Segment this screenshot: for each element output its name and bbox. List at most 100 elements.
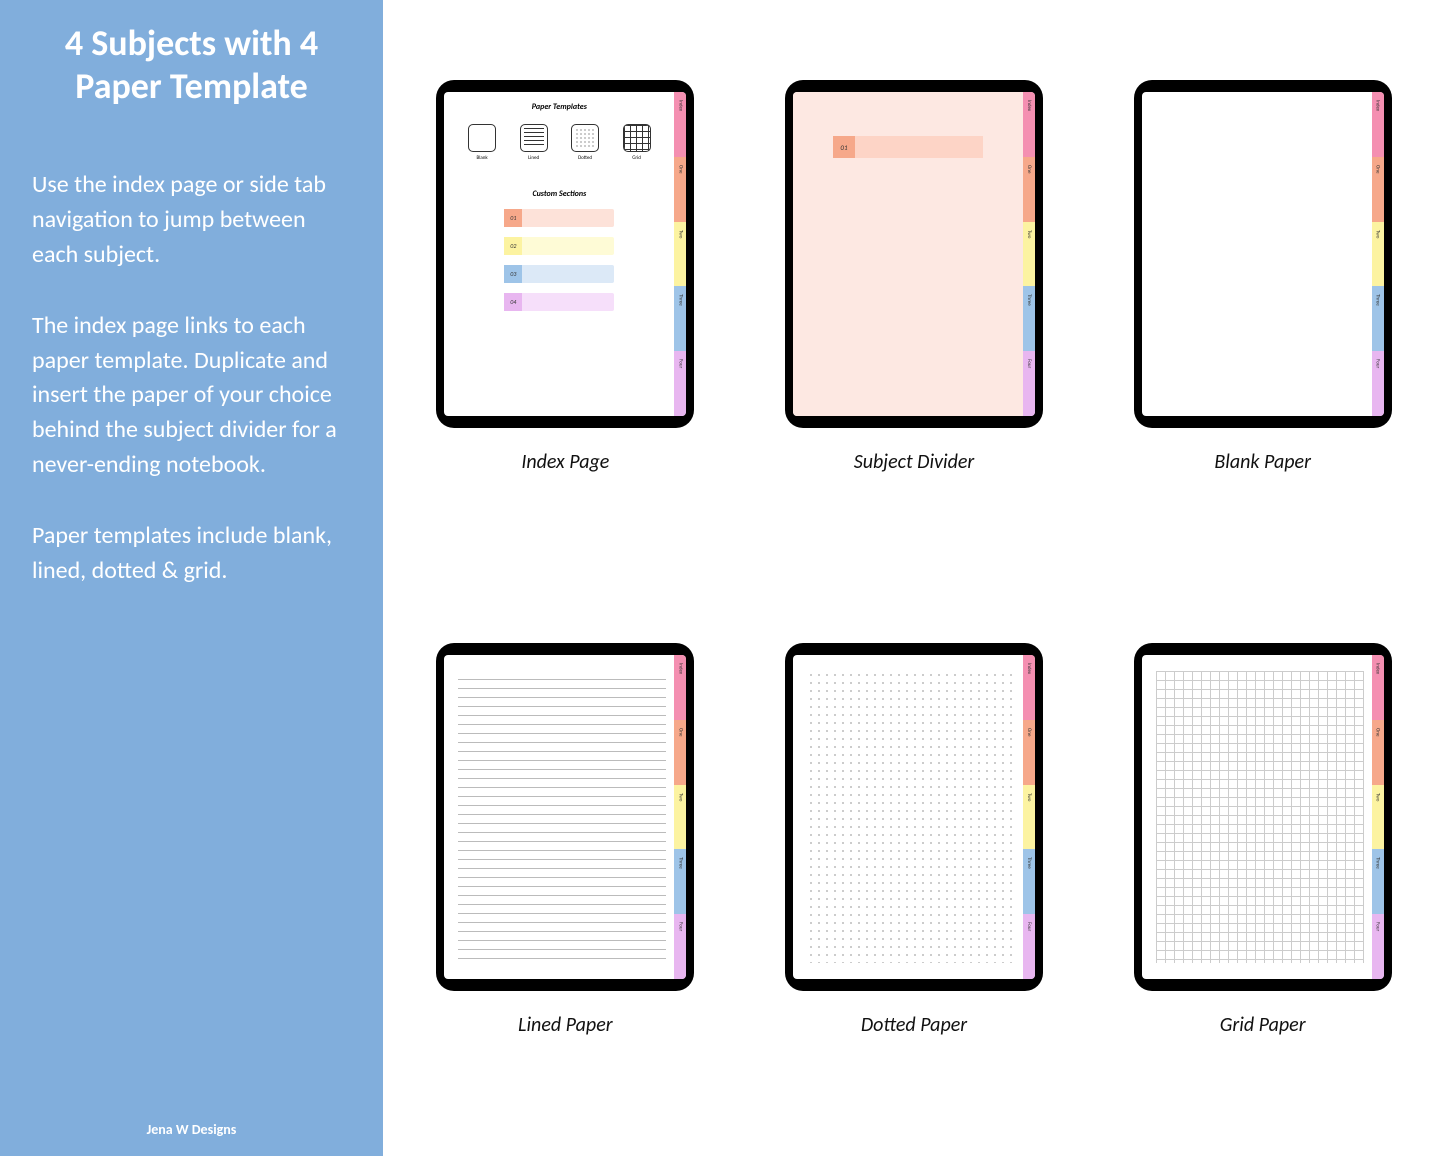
- tab-one[interactable]: One: [674, 720, 686, 785]
- thumb-blank-icon: [468, 124, 496, 152]
- tab-one[interactable]: One: [1372, 157, 1384, 222]
- brand-label: Jena W Designs: [0, 1121, 383, 1138]
- tab-index[interactable]: Index: [1023, 92, 1035, 157]
- tab-label: Three: [677, 849, 683, 869]
- tab-label: Index: [1026, 92, 1032, 111]
- tab-label: Two: [1026, 785, 1032, 801]
- tab-label: Index: [1375, 92, 1381, 111]
- tab-four[interactable]: Four: [1372, 914, 1384, 979]
- caption: Index Page: [436, 450, 694, 474]
- tab-label: Two: [677, 222, 683, 238]
- template-dotted[interactable]: Dotted: [571, 124, 599, 161]
- tab-label: Index: [1375, 655, 1381, 674]
- tab-two[interactable]: Two: [674, 222, 686, 287]
- tab-three[interactable]: Three: [674, 286, 686, 351]
- tab-index[interactable]: Index: [1023, 655, 1035, 720]
- caption: Subject Divider: [785, 450, 1043, 474]
- tab-two[interactable]: Two: [1372, 222, 1384, 287]
- index-templates-heading: Paper Templates: [444, 102, 674, 112]
- tab-one[interactable]: One: [1372, 720, 1384, 785]
- template-lined[interactable]: Lined: [520, 124, 548, 161]
- page-lined: [444, 655, 674, 979]
- sidebar-paragraph-1: Use the index page or side tab navigatio…: [32, 168, 351, 272]
- tab-label: Four: [1026, 914, 1032, 931]
- ipad-screen: Paper Templates Blank Lined Dotted: [444, 92, 686, 416]
- tab-label: One: [1375, 157, 1381, 173]
- section-num: 04: [504, 293, 522, 311]
- tab-two[interactable]: Two: [1372, 785, 1384, 850]
- caption: Grid Paper: [1134, 1013, 1392, 1037]
- tab-label: One: [677, 157, 683, 173]
- template-thumbnails-row: Blank Lined Dotted Grid: [456, 124, 662, 161]
- preview-gallery: Paper Templates Blank Lined Dotted: [383, 0, 1445, 1156]
- tab-label: Three: [1026, 286, 1032, 306]
- tab-three[interactable]: Three: [674, 849, 686, 914]
- page-grid: [1142, 655, 1372, 979]
- tab-two[interactable]: Two: [1023, 785, 1035, 850]
- tab-three[interactable]: Three: [1372, 286, 1384, 351]
- tab-label: Three: [677, 286, 683, 306]
- tile-dotted-paper: Index One Two Three Four Dotted Paper: [785, 643, 1043, 1156]
- tile-grid-paper: Index One Two Three Four Grid Paper: [1134, 643, 1392, 1156]
- tab-four[interactable]: Four: [674, 914, 686, 979]
- tab-one[interactable]: One: [1023, 720, 1035, 785]
- tab-index[interactable]: Index: [1372, 655, 1384, 720]
- tab-label: Three: [1375, 286, 1381, 306]
- section-link-04[interactable]: 04: [504, 293, 614, 311]
- tab-four[interactable]: Four: [674, 351, 686, 416]
- tab-label: Index: [1026, 655, 1032, 674]
- tab-label: One: [677, 720, 683, 736]
- tab-four[interactable]: Four: [1372, 351, 1384, 416]
- page-blank: [1142, 92, 1372, 416]
- side-tabs: Index One Two Three Four: [1372, 655, 1384, 979]
- tab-label: Three: [1026, 849, 1032, 869]
- sidebar-paragraph-2: The index page links to each paper templ…: [32, 309, 351, 483]
- section-link-01[interactable]: 01: [504, 209, 614, 227]
- tab-index[interactable]: Index: [674, 655, 686, 720]
- caption: Blank Paper: [1134, 450, 1392, 474]
- section-link-02[interactable]: 02: [504, 237, 614, 255]
- tab-label: Four: [677, 914, 683, 931]
- ipad-frame: Index One Two Three Four: [1134, 643, 1392, 991]
- tab-index[interactable]: Index: [1372, 92, 1384, 157]
- tab-label: Two: [677, 785, 683, 801]
- tab-four[interactable]: Four: [1023, 914, 1035, 979]
- lined-pattern: [458, 671, 666, 963]
- ipad-frame: Index One Two Three Four: [785, 643, 1043, 991]
- tab-one[interactable]: One: [1023, 157, 1035, 222]
- info-sidebar: 4 Subjects with 4 Paper Template Use the…: [0, 0, 383, 1156]
- section-num: 02: [504, 237, 522, 255]
- ipad-frame: Index One Two Three Four: [436, 643, 694, 991]
- tab-label: Two: [1026, 222, 1032, 238]
- tab-two[interactable]: Two: [674, 785, 686, 850]
- tab-label: Four: [1026, 351, 1032, 368]
- tab-two[interactable]: Two: [1023, 222, 1035, 287]
- template-blank[interactable]: Blank: [468, 124, 496, 161]
- tab-label: Four: [677, 351, 683, 368]
- tab-label: One: [1375, 720, 1381, 736]
- section-link-03[interactable]: 03: [504, 265, 614, 283]
- sidebar-paragraph-3: Paper templates include blank, lined, do…: [32, 519, 351, 589]
- tab-four[interactable]: Four: [1023, 351, 1035, 416]
- tab-one[interactable]: One: [674, 157, 686, 222]
- template-label: Dotted: [571, 155, 599, 161]
- template-label: Grid: [623, 155, 651, 161]
- tab-label: Three: [1375, 849, 1381, 869]
- side-tabs: Index One Two Three Four: [1023, 92, 1035, 416]
- template-grid[interactable]: Grid: [623, 124, 651, 161]
- tile-lined-paper: Index One Two Three Four Lined Paper: [436, 643, 694, 1156]
- ipad-frame: 01 Index One Two Three Four: [785, 80, 1043, 428]
- page-index: Paper Templates Blank Lined Dotted: [444, 92, 674, 416]
- tab-three[interactable]: Three: [1372, 849, 1384, 914]
- divider-number: 01: [833, 136, 855, 158]
- tile-index-page: Paper Templates Blank Lined Dotted: [436, 80, 694, 593]
- ipad-screen: Index One Two Three Four: [1142, 655, 1384, 979]
- section-num: 03: [504, 265, 522, 283]
- index-custom-sections-heading: Custom Sections: [444, 189, 674, 199]
- tab-three[interactable]: Three: [1023, 849, 1035, 914]
- tab-index[interactable]: Index: [674, 92, 686, 157]
- tab-three[interactable]: Three: [1023, 286, 1035, 351]
- page-divider: 01: [793, 92, 1023, 416]
- tab-label: One: [1026, 720, 1032, 736]
- template-label: Blank: [468, 155, 496, 161]
